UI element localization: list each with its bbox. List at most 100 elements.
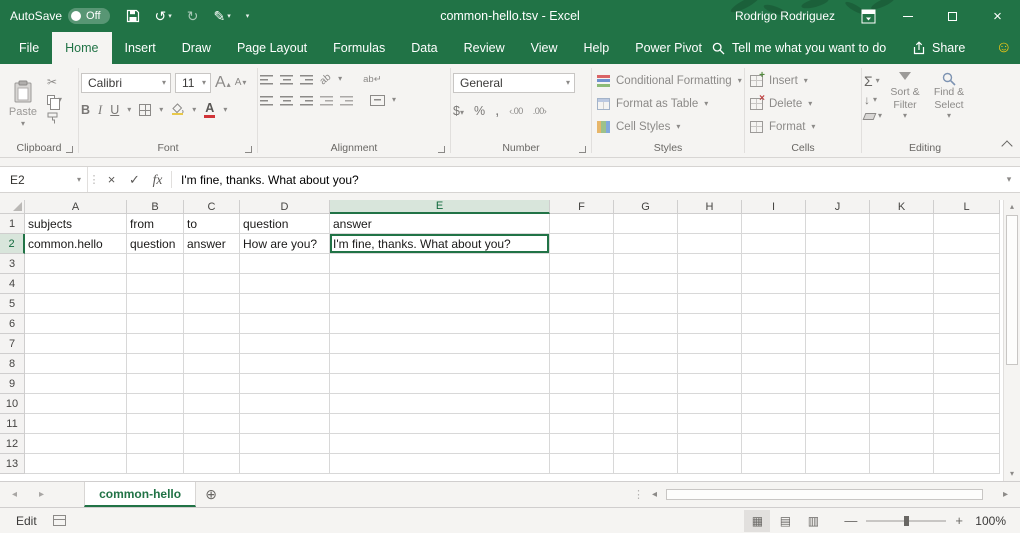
select-all-corner[interactable]: [0, 200, 25, 214]
cell-D5[interactable]: [240, 294, 330, 314]
cell-L7[interactable]: [934, 334, 1000, 354]
cell-L1[interactable]: [934, 214, 1000, 234]
horizontal-scroll-thumb[interactable]: [666, 489, 983, 500]
column-header-C[interactable]: C: [184, 200, 240, 214]
increase-decimal-button[interactable]: ‹.00: [509, 106, 523, 116]
column-header-K[interactable]: K: [870, 200, 934, 214]
zoom-slider-thumb[interactable]: [904, 516, 909, 526]
row-header-3[interactable]: 3: [0, 254, 25, 274]
column-header-L[interactable]: L: [934, 200, 1000, 214]
cell-B11[interactable]: [127, 414, 184, 434]
cell-E11[interactable]: [330, 414, 550, 434]
cell-D13[interactable]: [240, 454, 330, 474]
column-header-I[interactable]: I: [742, 200, 806, 214]
cell-K6[interactable]: [870, 314, 934, 334]
clear-button[interactable]: ▾: [864, 112, 882, 120]
cell-E13[interactable]: [330, 454, 550, 474]
cell-I7[interactable]: [742, 334, 806, 354]
cell-D1[interactable]: question: [240, 214, 330, 234]
hscroll-left-icon[interactable]: ◂: [652, 489, 657, 500]
cell-J3[interactable]: [806, 254, 870, 274]
column-header-D[interactable]: D: [240, 200, 330, 214]
cell-E5[interactable]: [330, 294, 550, 314]
redo-button[interactable]: ↻: [187, 9, 199, 23]
share-button[interactable]: Share: [912, 32, 965, 64]
next-sheet-icon[interactable]: ▸: [39, 489, 44, 500]
cell-G1[interactable]: [614, 214, 678, 234]
decrease-indent-button[interactable]: [320, 94, 333, 106]
row-header-2[interactable]: 2: [0, 234, 25, 254]
name-box[interactable]: E2▾: [0, 167, 88, 192]
cell-I10[interactable]: [742, 394, 806, 414]
cell-C7[interactable]: [184, 334, 240, 354]
feedback-smiley-icon[interactable]: ☺: [996, 32, 1012, 64]
italic-button[interactable]: I: [98, 104, 102, 117]
cell-B6[interactable]: [127, 314, 184, 334]
cell-J9[interactable]: [806, 374, 870, 394]
cell-J12[interactable]: [806, 434, 870, 454]
cell-J7[interactable]: [806, 334, 870, 354]
new-sheet-button[interactable]: ⊕: [196, 482, 226, 507]
decrease-decimal-button[interactable]: .00›: [533, 106, 547, 116]
cell-F8[interactable]: [550, 354, 614, 374]
cell-I4[interactable]: [742, 274, 806, 294]
cell-A1[interactable]: subjects: [25, 214, 127, 234]
cell-L8[interactable]: [934, 354, 1000, 374]
row-header-8[interactable]: 8: [0, 354, 25, 374]
accounting-format-button[interactable]: $▾: [453, 104, 464, 118]
align-middle-button[interactable]: [280, 73, 293, 85]
underline-dropdown-icon[interactable]: ▾: [127, 106, 131, 114]
cell-I9[interactable]: [742, 374, 806, 394]
cell-K12[interactable]: [870, 434, 934, 454]
cell-C12[interactable]: [184, 434, 240, 454]
cell-K8[interactable]: [870, 354, 934, 374]
cell-E2[interactable]: I'm fine, thanks. What about you?: [330, 234, 550, 254]
cell-H5[interactable]: [678, 294, 742, 314]
row-header-7[interactable]: 7: [0, 334, 25, 354]
number-format-select[interactable]: General▾: [453, 73, 575, 93]
account-user-name[interactable]: Rodrigo Rodriguez: [735, 9, 835, 23]
cell-B13[interactable]: [127, 454, 184, 474]
cell-K4[interactable]: [870, 274, 934, 294]
increase-font-size-button[interactable]: A▴: [215, 75, 231, 91]
underline-button[interactable]: U: [110, 104, 119, 117]
maximize-button[interactable]: [930, 0, 975, 32]
cell-K2[interactable]: [870, 234, 934, 254]
tab-formulas[interactable]: Formulas: [320, 32, 398, 64]
cell-G13[interactable]: [614, 454, 678, 474]
cell-H4[interactable]: [678, 274, 742, 294]
formula-input[interactable]: I'm fine, thanks. What about you?: [174, 167, 998, 192]
cell-D11[interactable]: [240, 414, 330, 434]
cell-I6[interactable]: [742, 314, 806, 334]
cell-B7[interactable]: [127, 334, 184, 354]
cell-B1[interactable]: from: [127, 214, 184, 234]
cell-H8[interactable]: [678, 354, 742, 374]
tab-help[interactable]: Help: [571, 32, 623, 64]
cell-B12[interactable]: [127, 434, 184, 454]
align-top-button[interactable]: [260, 73, 273, 85]
cell-E8[interactable]: [330, 354, 550, 374]
cell-F9[interactable]: [550, 374, 614, 394]
cell-H3[interactable]: [678, 254, 742, 274]
cell-E4[interactable]: [330, 274, 550, 294]
cell-A11[interactable]: [25, 414, 127, 434]
increase-indent-button[interactable]: [340, 94, 353, 106]
cell-E10[interactable]: [330, 394, 550, 414]
cell-B8[interactable]: [127, 354, 184, 374]
align-center-button[interactable]: [280, 94, 293, 106]
undo-button[interactable]: ↺▾: [155, 9, 172, 23]
cell-H7[interactable]: [678, 334, 742, 354]
cell-F6[interactable]: [550, 314, 614, 334]
fill-button[interactable]: ↓▾: [864, 94, 882, 106]
cell-G9[interactable]: [614, 374, 678, 394]
cell-G2[interactable]: [614, 234, 678, 254]
cell-H13[interactable]: [678, 454, 742, 474]
cell-C5[interactable]: [184, 294, 240, 314]
cell-L9[interactable]: [934, 374, 1000, 394]
cell-D12[interactable]: [240, 434, 330, 454]
cell-J13[interactable]: [806, 454, 870, 474]
cell-D4[interactable]: [240, 274, 330, 294]
expand-formula-bar-icon[interactable]: ▾: [998, 167, 1020, 192]
paste-button[interactable]: Paste ▾: [2, 66, 44, 141]
cell-L11[interactable]: [934, 414, 1000, 434]
